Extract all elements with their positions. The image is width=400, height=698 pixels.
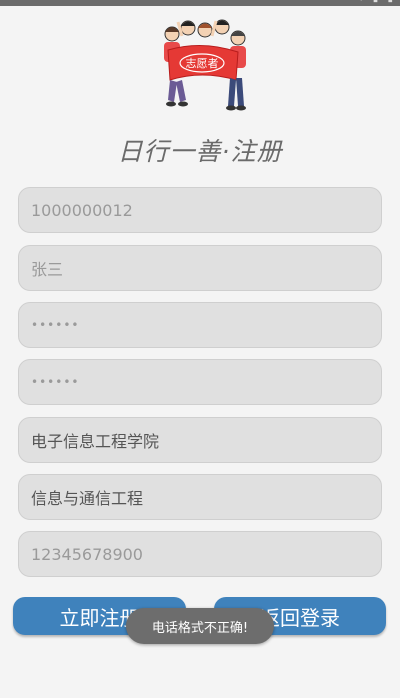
- error-toast: 电话格式不正确!: [126, 608, 274, 644]
- name-input[interactable]: 张三: [18, 245, 382, 291]
- confirm-password-input[interactable]: ••••••: [18, 359, 382, 405]
- college-input-text: 电子信息工程学院: [31, 432, 160, 451]
- phone-input[interactable]: 1000000012: [18, 187, 382, 233]
- toast-message: 电话格式不正确!: [151, 620, 249, 636]
- password-mask: ••••••: [31, 318, 80, 332]
- name-input-text: 张三: [31, 260, 64, 279]
- volunteer-logo-icon: 志愿者: [164, 19, 246, 111]
- confirm-password-mask: ••••••: [31, 375, 80, 389]
- contact-phone-input[interactable]: 12345678900: [18, 531, 382, 577]
- banner-text: 志愿者: [186, 57, 219, 70]
- status-bar: ▾ ▮ ▮: [0, 0, 400, 6]
- page-title: 日行一善·注册: [117, 137, 283, 166]
- volunteer-logo: 志愿者: [150, 18, 255, 113]
- major-input[interactable]: 信息与通信工程: [18, 474, 382, 520]
- phone-input-text: 1000000012: [31, 200, 133, 220]
- password-input[interactable]: ••••••: [18, 302, 382, 348]
- contact-phone-input-text: 12345678900: [31, 544, 143, 564]
- major-input-text: 信息与通信工程: [31, 489, 144, 508]
- status-icons: ▾ ▮ ▮: [359, 0, 396, 4]
- college-input[interactable]: 电子信息工程学院: [18, 417, 382, 463]
